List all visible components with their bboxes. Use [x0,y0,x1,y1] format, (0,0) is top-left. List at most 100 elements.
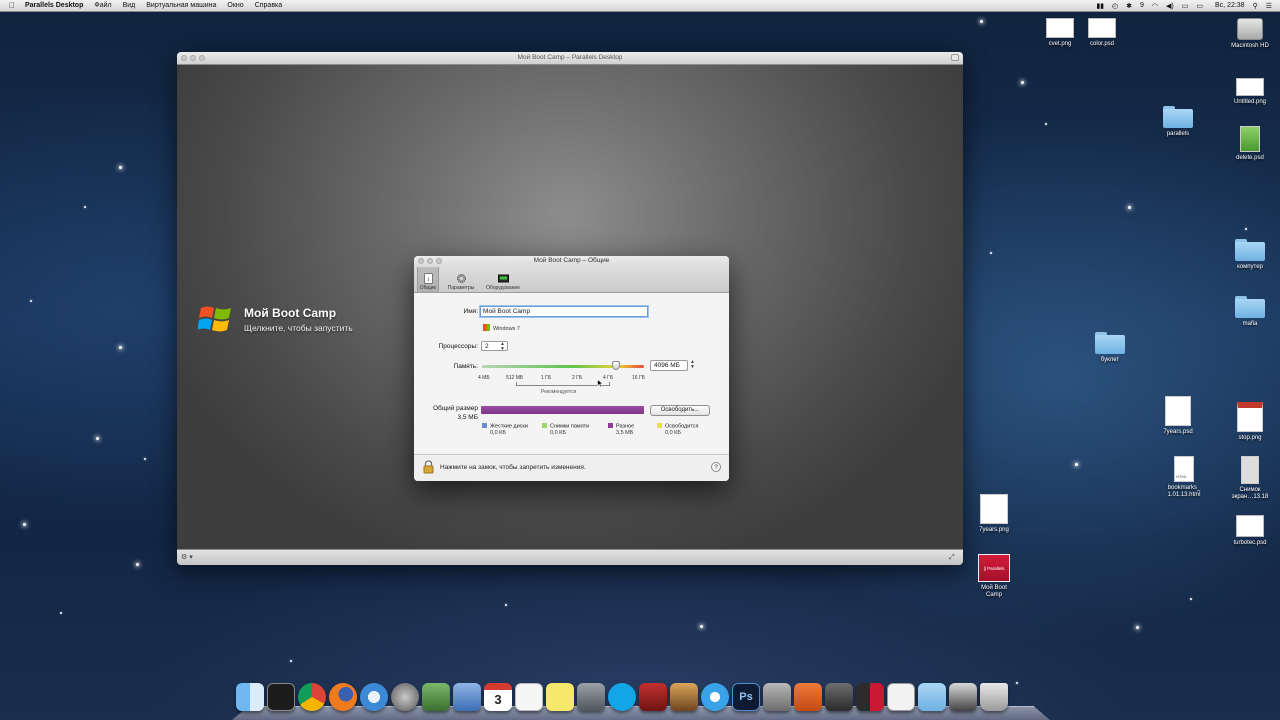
quicktime-icon[interactable] [825,683,853,711]
chrome-icon[interactable] [298,683,326,711]
folder-icon [1235,239,1265,261]
desktop-icon-7years-png[interactable]: 7years.png [966,494,1022,534]
desktop-icon-screenshot[interactable]: Снимок экран…13.18 [1222,456,1278,501]
free-space-button[interactable]: Освободить... [650,405,710,416]
desktop-icon-label: Снимок [1239,487,1261,493]
mail-icon[interactable] [422,683,450,711]
legend-value: 0,0 КБ [490,429,506,436]
action-menu-button[interactable]: ⚙ ▾ [181,553,197,562]
keynote-icon[interactable] [794,683,822,711]
parallels-icon[interactable] [856,683,884,711]
legend-snapshots: Снимки памяти 0,0 КБ [542,423,589,436]
safari-icon[interactable] [360,683,388,711]
memory-slider-thumb[interactable] [612,361,621,370]
close-button[interactable] [181,55,187,61]
lock-icon[interactable] [423,460,434,474]
image-file-icon [980,494,1008,524]
zoom-button[interactable] [199,55,205,61]
parallels-status-icon[interactable]: ▮▮ [1096,2,1104,10]
wifi-icon[interactable]: ◠ [1152,2,1158,10]
menu-file[interactable]: Файл [94,2,111,9]
desktop-icon-color-psd[interactable]: color.psd [1074,18,1130,48]
photo-booth-icon[interactable] [639,683,667,711]
desktop-icon-computer-folder[interactable]: компутер [1222,239,1278,271]
folder-icon[interactable] [918,683,946,711]
time-machine-icon[interactable]: ◴ [1112,2,1118,10]
desktop-icon-stop-png[interactable]: stop.png [1222,402,1278,442]
expand-button[interactable]: ⤢ [949,553,959,562]
finder-icon[interactable] [236,683,264,711]
menu-help[interactable]: Справка [255,2,282,9]
battery-icon[interactable]: ▭ [1196,2,1203,10]
spotlight-icon[interactable]: ⚲ [1253,2,1258,10]
dialog-titlebar: Мой Boot Camp – Общие [414,256,729,266]
textedit-icon[interactable] [515,683,543,711]
desktop-icon-7years-psd[interactable]: 7years.psd [1150,396,1206,436]
dialog-close-button[interactable] [418,258,424,264]
activity-monitor-icon[interactable] [267,683,295,711]
cpu-stepper[interactable]: 2 ▲ ▼ [481,341,508,351]
volume-icon[interactable]: ◀) [1166,2,1174,10]
memory-stepper-arrows-icon[interactable]: ▲ ▼ [690,360,695,370]
menu-app-name[interactable]: Parallels Desktop [25,2,83,9]
documents-icon[interactable] [887,683,915,711]
desktop-icon-bookmarks[interactable]: HTML bookmarks_ 1.01.13.html [1156,456,1212,499]
desktop-icon-turbotec[interactable]: turbotec.psd [1222,515,1278,547]
preview-icon[interactable] [453,683,481,711]
firefox-icon[interactable] [329,683,357,711]
menu-window[interactable]: Окно [227,2,243,9]
dock: 3 Ps [232,681,1050,720]
bluetooth-icon[interactable]: ✱ [1126,2,1132,10]
desktop-icon-boot-camp-vm[interactable]: || Parallels Мой Boot Camp [966,554,1022,599]
cpu-value: 2 [485,343,489,350]
menu-status-area: ▮▮ ◴ ✱ 9 ◠ ◀) ▭ ▭ Вс, 22:38 ⚲ ☰ [1096,0,1272,11]
memory-tick: 4 ГБ [603,375,614,381]
dialog-minimize-button[interactable] [427,258,433,264]
desktop-icon-label: color.psd [1089,41,1114,47]
cpu-label: Процессоры: [438,343,478,350]
notification-center-icon[interactable]: ☰ [1266,2,1272,10]
dialog-zoom-button[interactable] [436,258,442,264]
menu-clock[interactable]: Вс, 22:38 [1215,2,1245,9]
window-controls [181,55,205,61]
calendar-icon[interactable]: 3 [484,683,512,711]
stickies-icon[interactable] [546,683,574,711]
flag-icon[interactable]: ▭ [1182,2,1189,10]
memory-value: 4096 МБ [654,362,680,369]
lock-hint: Нажмите на замок, чтобы запретить измене… [440,464,586,471]
itunes-icon[interactable] [701,683,729,711]
help-button[interactable]: ? [711,462,721,472]
menu-view[interactable]: Вид [123,2,136,9]
minimize-button[interactable] [190,55,196,61]
photoshop-icon[interactable]: Ps [732,683,760,711]
desktop-icon-parallels-folder[interactable]: parallels [1150,106,1206,138]
legend-value: 0,0 КБ [550,429,566,436]
desktop-icon-delete-psd[interactable]: delete.psd [1222,126,1278,162]
desktop-icon-booklet-folder[interactable]: буклет [1082,332,1138,364]
legend-value: 0,0 КБ [665,429,681,436]
vm-tile[interactable]: Мой Boot Camp Щелкните, чтобы запустить [197,302,353,336]
downloads-icon[interactable] [949,683,977,711]
facetime-icon[interactable] [577,683,605,711]
desktop-icon-mafia-folder[interactable]: mafia [1222,296,1278,328]
tab-hardware[interactable]: Оборудование [483,267,523,292]
desktop-icon-untitled[interactable]: Untitled.png [1222,78,1278,106]
skype-icon[interactable] [608,683,636,711]
image-file-icon [1236,78,1264,96]
trash-icon[interactable] [980,683,1008,711]
system-prefs-icon[interactable] [763,683,791,711]
menu-virtual-machine[interactable]: Виртуальная машина [146,2,216,9]
launchpad-icon[interactable] [391,683,419,711]
vm-config-dialog: Мой Boot Camp – Общие i Общие Параметры … [414,256,729,481]
fullscreen-button[interactable] [951,54,959,61]
tab-options[interactable]: Параметры [441,267,481,292]
desktop-icon-macintosh-hd[interactable]: Macintosh HD [1222,18,1278,50]
memory-stepper[interactable]: 4096 МБ [650,360,688,371]
legend-label: Освободится [665,423,699,430]
psd-file-icon [1165,396,1191,426]
apple-menu-icon[interactable]:  [9,1,15,10]
status-count[interactable]: 9 [1140,2,1144,9]
vm-name-field[interactable]: Мой Boot Camp [480,306,648,317]
tab-general[interactable]: i Общие [417,267,439,292]
iphoto-icon[interactable] [670,683,698,711]
